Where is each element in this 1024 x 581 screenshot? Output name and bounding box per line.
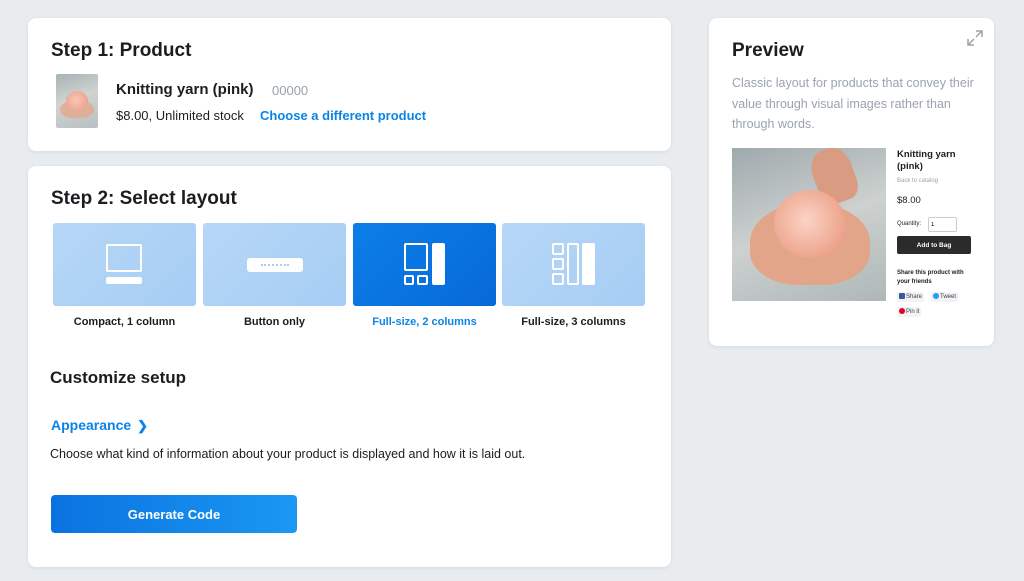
preview-description: Classic layout for products that convey … (732, 76, 974, 131)
pinterest-icon (899, 308, 905, 314)
preview-share-text: Share this product with your friends (897, 270, 964, 285)
layout-card: Step 2: Select layout Compact, 1 column … (28, 166, 671, 567)
twitter-icon (933, 293, 939, 299)
step1-title: Step 1: Product (51, 40, 192, 61)
compact-layout-icon (106, 244, 142, 286)
product-thumbnail (56, 74, 98, 128)
layout-label: Compact, 1 column (73, 316, 176, 328)
product-name: Knitting yarn (pink) (116, 81, 254, 98)
button-layout-icon (247, 258, 303, 272)
facebook-icon (899, 293, 905, 299)
layout-option-three-columns[interactable]: Full-size, 3 columns (502, 223, 645, 328)
facebook-share-label: Share (906, 294, 923, 300)
product-card: Step 1: Product Knitting yarn (pink) 000… (28, 18, 671, 151)
layout-option-button-only[interactable]: Button only (203, 223, 346, 328)
facebook-share-button[interactable]: Share (897, 292, 925, 302)
pinterest-pin-button[interactable]: Pin it (897, 307, 922, 317)
preview-product-image (732, 148, 886, 301)
layout-label: Full-size, 3 columns (521, 316, 626, 328)
twitter-tweet-label: Tweet (940, 294, 957, 300)
product-sku: 00000 (272, 83, 309, 98)
expand-icon[interactable] (967, 30, 983, 46)
layout-tile (203, 223, 346, 306)
pinterest-pin-label: Pin it (906, 309, 920, 315)
layout-option-compact[interactable]: Compact, 1 column (53, 223, 196, 328)
layout-label: Button only (243, 316, 306, 328)
appearance-link[interactable]: Appearance ❯ (51, 417, 148, 434)
preview-card: Preview Classic layout for products that… (709, 18, 994, 346)
layout-label: Full-size, 2 columns (372, 316, 477, 328)
preview-product-title: Knitting yarn (pink) (897, 149, 956, 172)
preview-add-to-bag-button[interactable]: Add to Bag (897, 236, 971, 254)
preview-quantity-label: Quantity: (897, 221, 922, 227)
layout-tile (353, 223, 496, 306)
layout-tile (53, 223, 196, 306)
layout-options: Compact, 1 column Button only Full-size,… (53, 223, 645, 333)
preview-back-link[interactable]: Back to catalog (897, 178, 938, 184)
step2-title: Step 2: Select layout (51, 188, 237, 209)
preview-price: $8.00 (897, 195, 921, 206)
customize-setup-title: Customize setup (50, 368, 187, 387)
choose-different-product-link[interactable]: Choose a different product (260, 108, 426, 123)
two-column-layout-icon (404, 243, 445, 285)
layout-tile (502, 223, 645, 306)
preview-quantity-input[interactable] (928, 217, 957, 232)
appearance-label: Appearance (51, 417, 132, 433)
three-column-layout-icon (552, 243, 595, 285)
product-price-stock: $8.00, Unlimited stock (116, 108, 244, 123)
preview-title: Preview (732, 40, 804, 61)
layout-option-two-columns[interactable]: Full-size, 2 columns (353, 223, 496, 328)
chevron-right-icon: ❯ (137, 418, 149, 433)
appearance-description: Choose what kind of information about yo… (50, 447, 526, 461)
generate-code-button[interactable]: Generate Code (51, 495, 297, 533)
twitter-tweet-button[interactable]: Tweet (931, 292, 959, 302)
